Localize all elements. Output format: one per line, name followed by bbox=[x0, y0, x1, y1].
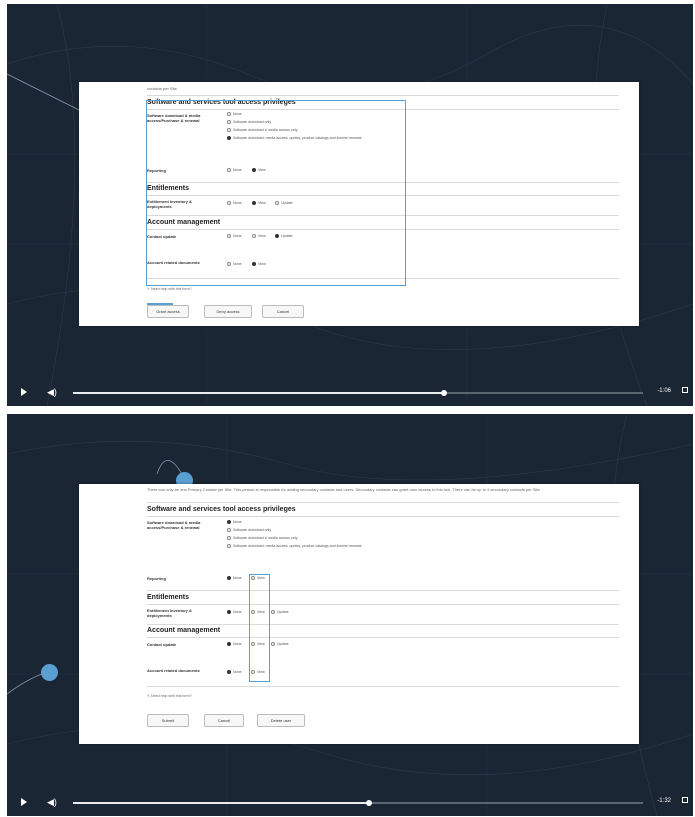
radio-button[interactable] bbox=[271, 642, 275, 647]
play-icon[interactable] bbox=[21, 388, 27, 396]
field-label-software: Software download & media access/Purchas… bbox=[147, 520, 201, 530]
field-label-documents: Account related documents bbox=[147, 668, 200, 673]
cancel-button[interactable]: Cancel bbox=[204, 714, 244, 727]
option-label: Software download only bbox=[233, 528, 272, 532]
radio-option[interactable]: None bbox=[227, 642, 242, 647]
progress-fill bbox=[73, 802, 370, 804]
divider bbox=[147, 637, 619, 638]
radio-button[interactable] bbox=[227, 536, 231, 541]
access-form-card: There can only be one Primary Contact pe… bbox=[79, 484, 639, 744]
highlight-box bbox=[249, 574, 270, 682]
video-player-2[interactable]: There can only be one Primary Contact pe… bbox=[7, 414, 693, 816]
section-title-software: Software and services tool access privil… bbox=[147, 506, 296, 513]
divider bbox=[147, 516, 619, 517]
section-title-account: Account management bbox=[147, 627, 221, 634]
fullscreen-icon[interactable] bbox=[682, 797, 688, 803]
progress-handle[interactable] bbox=[366, 800, 373, 806]
radio-option[interactable]: None bbox=[227, 520, 242, 525]
divider bbox=[147, 590, 619, 591]
divider bbox=[147, 686, 619, 687]
grant-access-button[interactable]: Grant access bbox=[147, 305, 189, 318]
radio-button-selected[interactable] bbox=[227, 642, 231, 647]
option-label: None bbox=[233, 520, 242, 524]
help-link[interactable]: ✎ Need help with this form? bbox=[147, 694, 192, 698]
progress-bar[interactable] bbox=[73, 390, 643, 396]
radio-button[interactable] bbox=[227, 544, 231, 549]
highlight-box bbox=[146, 100, 406, 286]
field-label-contact: Contact update bbox=[147, 642, 177, 647]
intro-text: contacts per Site. bbox=[147, 86, 178, 91]
radio-button-selected[interactable] bbox=[227, 576, 231, 581]
video-controls: ◀) -1:32 bbox=[7, 790, 693, 816]
option-label: None bbox=[233, 610, 242, 614]
option-label: Software download & media access only bbox=[233, 536, 298, 540]
option-label: Update bbox=[277, 610, 289, 614]
deny-access-button[interactable]: Deny access bbox=[204, 305, 252, 318]
help-link[interactable]: ✎ Need help with this form? bbox=[147, 287, 192, 291]
radio-option[interactable]: None bbox=[227, 670, 242, 675]
radio-button-selected[interactable] bbox=[227, 610, 231, 615]
radio-option[interactable]: Software download, media access, quotes,… bbox=[227, 544, 361, 549]
option-label: Update bbox=[277, 642, 289, 646]
field-label-entitlement: Entitlement Inventory & deployments bbox=[147, 608, 192, 618]
radio-option[interactable]: None bbox=[227, 576, 242, 581]
option-label: None bbox=[233, 642, 242, 646]
option-label: None bbox=[233, 670, 242, 674]
radio-option[interactable]: Software download & media access only bbox=[227, 536, 298, 541]
delete-user-button[interactable]: Delete user bbox=[257, 714, 305, 727]
option-label: Software download, media access, quotes,… bbox=[233, 544, 362, 548]
radio-button[interactable] bbox=[271, 610, 275, 615]
radio-button-selected[interactable] bbox=[227, 520, 231, 525]
progress-fill bbox=[73, 392, 444, 394]
radio-option[interactable]: Software download only bbox=[227, 528, 271, 533]
divider bbox=[147, 604, 619, 605]
play-icon[interactable] bbox=[21, 798, 27, 806]
time-remaining: -1:32 bbox=[657, 798, 671, 804]
volume-icon[interactable]: ◀) bbox=[47, 796, 57, 808]
radio-option[interactable]: Update bbox=[271, 610, 289, 615]
radio-option[interactable]: Update bbox=[271, 642, 289, 647]
access-form-card: contacts per Site. Software and services… bbox=[79, 82, 639, 326]
section-title-entitlements: Entitlements bbox=[147, 594, 190, 601]
field-label-reporting: Reporting bbox=[147, 576, 166, 581]
divider bbox=[147, 95, 619, 96]
cancel-button[interactable]: Cancel bbox=[262, 305, 304, 318]
button-highlight bbox=[147, 303, 173, 305]
radio-option[interactable]: None bbox=[227, 610, 242, 615]
intro-text: There can only be one Primary Contact pe… bbox=[147, 487, 541, 492]
cursor-marker bbox=[41, 664, 58, 681]
video-player-1[interactable]: contacts per Site. Software and services… bbox=[7, 4, 693, 406]
time-remaining: -1:06 bbox=[657, 388, 671, 394]
progress-bar[interactable] bbox=[73, 800, 643, 806]
submit-button[interactable]: Submit bbox=[147, 714, 189, 727]
progress-handle[interactable] bbox=[440, 390, 447, 396]
radio-button[interactable] bbox=[227, 528, 231, 533]
video-controls: ◀) -1:06 bbox=[7, 380, 693, 406]
fullscreen-icon[interactable] bbox=[682, 387, 688, 393]
divider bbox=[147, 502, 619, 503]
divider bbox=[147, 624, 619, 625]
option-label: None bbox=[233, 576, 242, 580]
radio-button-selected[interactable] bbox=[227, 670, 231, 675]
volume-icon[interactable]: ◀) bbox=[47, 386, 57, 398]
